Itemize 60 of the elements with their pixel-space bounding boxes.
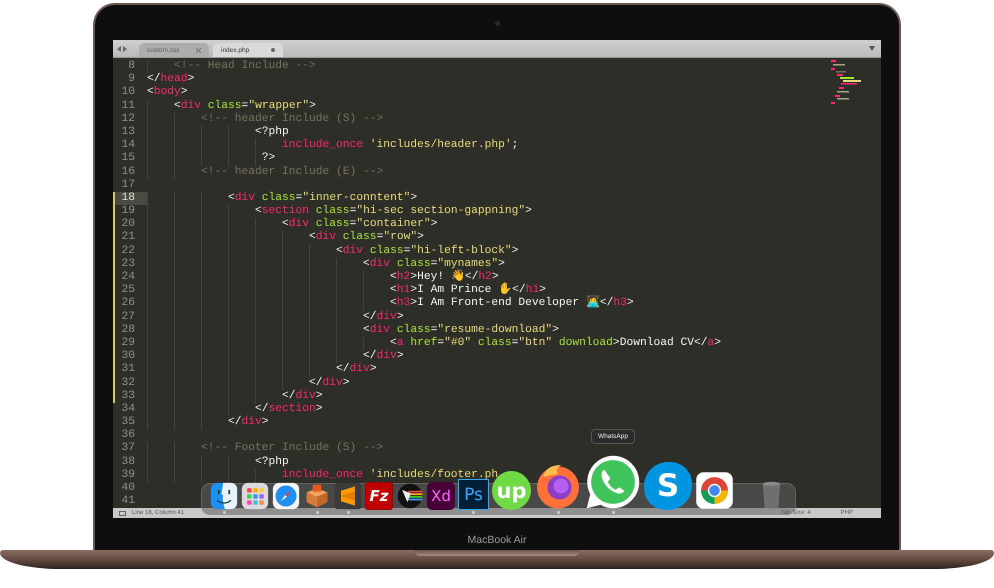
line-number: 32 (113, 376, 147, 390)
line-number: 14 (120, 139, 136, 152)
line-number: 16 (120, 166, 136, 179)
line-number: 17 (120, 178, 136, 192)
running-dot (222, 511, 226, 514)
line-number: 30 (113, 350, 147, 364)
line-number: 8 (127, 60, 136, 74)
pen-nib-icon[interactable] (396, 482, 424, 510)
line-number: 15 (120, 152, 136, 166)
running-dot (612, 511, 614, 514)
line-number: 11 (120, 100, 136, 113)
line-number: 38 (120, 456, 136, 469)
smiling-face-icon[interactable] (210, 482, 238, 510)
line-number: 24 (113, 271, 147, 284)
running-dot (472, 511, 475, 514)
line-number: 31 (113, 363, 147, 376)
line-number: 18 (113, 192, 147, 206)
line-number: 19 (113, 205, 147, 218)
line-number: 33 (113, 390, 147, 403)
app-icon[interactable]: S (644, 462, 692, 510)
color-wheel-icon[interactable] (695, 471, 734, 510)
running-dot (346, 511, 350, 514)
line-number: 22 (113, 244, 147, 258)
line-number: 34 (120, 402, 136, 416)
line-number: 12 (120, 112, 136, 126)
line-number: 25 (113, 284, 147, 298)
nav-arrows-icon[interactable] (117, 46, 127, 52)
line-number: 27 (113, 310, 147, 324)
app-icon[interactable]: Fz (365, 482, 393, 510)
code-line: </head> (147, 73, 194, 86)
phone-bubble-icon[interactable] (585, 454, 641, 510)
line-number: 23 (113, 258, 147, 271)
running-dot (316, 511, 318, 514)
line-number: 28 (113, 324, 147, 337)
line-number: 35 (120, 416, 136, 430)
line-number: 40 (120, 482, 136, 496)
line-number: 21 (113, 231, 147, 245)
code-line: <body> (147, 86, 188, 100)
line-number: 36 (120, 429, 136, 442)
app-icon[interactable]: Ps (458, 479, 489, 510)
stripes-icon[interactable] (334, 482, 362, 510)
camera-lens (494, 21, 500, 26)
line-number: 26 (113, 297, 147, 311)
app-icon[interactable]: Xd (427, 482, 455, 510)
running-dot (556, 511, 560, 514)
monitor-icon[interactable] (119, 510, 126, 516)
line-number: 29 (113, 336, 147, 350)
caret-icon[interactable] (869, 46, 875, 51)
line-number: 41 (120, 495, 136, 508)
line-number: 20 (113, 218, 147, 232)
line-number: 37 (120, 442, 136, 456)
app-grid-icon[interactable] (241, 482, 269, 510)
device-label: MacBook Air (468, 534, 526, 546)
dot-icon (271, 48, 275, 52)
line-number: 10 (120, 86, 136, 100)
compass-icon[interactable] (272, 482, 300, 510)
line-number: 13 (120, 126, 136, 140)
line-number: 39 (120, 468, 136, 482)
flame-globe-icon[interactable] (534, 462, 582, 510)
line-number: 9 (127, 73, 136, 86)
